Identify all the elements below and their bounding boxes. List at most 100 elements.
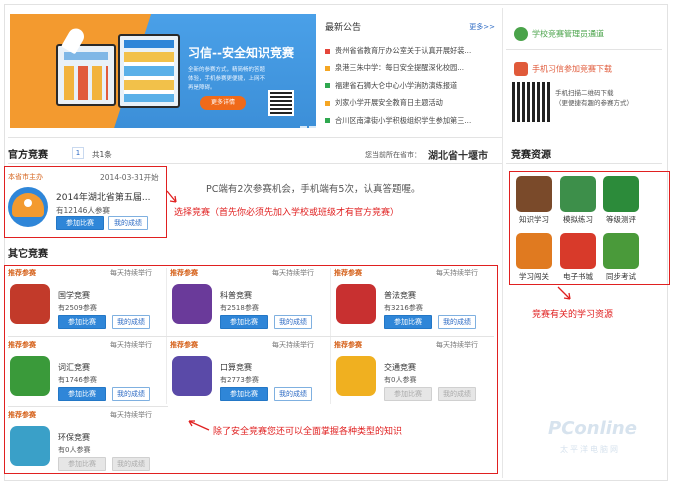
news-item[interactable]: 贵州省省教育厅办公室关于认真开展好装... xyxy=(325,42,495,59)
resource-label[interactable]: 等级测评 xyxy=(597,214,645,225)
bullet-icon xyxy=(325,65,330,71)
arrow-icon xyxy=(166,190,177,203)
news-item[interactable]: 泉港三朱中学：每日安全提醒深化校园... xyxy=(325,59,495,76)
my-score-button[interactable]: 我的成绩 xyxy=(108,216,148,230)
recommend-tag: 推荐参赛 xyxy=(334,341,362,349)
mobile-download-link[interactable]: 手机习信参加竞赛下载 xyxy=(514,62,612,76)
others-annotation: 除了安全竞赛您还可以全面掌握各种类型的知识 xyxy=(213,427,403,437)
resource-icon[interactable] xyxy=(560,176,596,212)
banner-phone xyxy=(118,34,180,108)
resource-icon[interactable] xyxy=(603,176,639,212)
schedule-text: 每天持续举行 xyxy=(110,341,152,349)
schedule-text: 每天持续举行 xyxy=(436,341,478,349)
watermark-logo: PConline xyxy=(548,418,637,439)
resource-label[interactable]: 知识学习 xyxy=(510,214,558,225)
section-divider xyxy=(8,137,502,138)
join-button[interactable]: 参加比赛 xyxy=(220,387,268,401)
sidebar-hline xyxy=(506,49,662,50)
competition-icon xyxy=(172,356,212,396)
competition-name[interactable]: 科普竞赛 xyxy=(220,290,252,301)
attempts-note: PC端有2次参赛机会，手机端有5次，认真答题喔。 xyxy=(206,184,421,195)
competition-name[interactable]: 交通竞赛 xyxy=(384,362,416,373)
download-qr-code xyxy=(512,82,552,122)
join-button[interactable]: 参加比赛 xyxy=(384,387,432,401)
competition-name[interactable]: 环保竞赛 xyxy=(58,432,90,443)
arrow-icon xyxy=(557,286,571,300)
join-button[interactable]: 参加比赛 xyxy=(58,457,106,471)
resource-icon[interactable] xyxy=(560,233,596,269)
others-title: 其它竞赛 xyxy=(8,249,48,260)
join-button[interactable]: 参加比赛 xyxy=(384,315,432,329)
bullet-icon xyxy=(325,118,330,124)
competition-count: 有2509参赛 xyxy=(58,304,97,312)
join-button[interactable]: 参加比赛 xyxy=(220,315,268,329)
resource-label[interactable]: 同步考试 xyxy=(597,271,645,282)
banner-title: 习信--安全知识竞赛 xyxy=(188,46,294,60)
competition-icon xyxy=(10,356,50,396)
resource-label[interactable]: 学习闯关 xyxy=(510,271,558,282)
resources-annotation: 竞赛有关的学习资源 xyxy=(532,310,614,320)
qr-caption: 手机扫描二维码下载 （更便捷有趣的参赛方式） xyxy=(555,89,633,107)
official-comp-name[interactable]: 2014年湖北省第五届... xyxy=(56,190,151,203)
recommend-tag: 推荐参赛 xyxy=(8,411,36,419)
page-number[interactable]: 1 xyxy=(72,147,84,159)
schedule-text: 每天持续举行 xyxy=(110,411,152,419)
my-score-button[interactable]: 我的成绩 xyxy=(438,387,476,401)
banner-qr-code xyxy=(268,90,294,116)
location-label: 您当前所在省市： xyxy=(365,151,421,159)
competition-icon xyxy=(172,284,212,324)
bullet-icon xyxy=(325,100,330,106)
resource-icon[interactable] xyxy=(516,176,552,212)
admin-channel-link[interactable]: 学校竞赛管理员通道 xyxy=(514,27,604,41)
competition-icon xyxy=(336,284,376,324)
my-score-button[interactable]: 我的成绩 xyxy=(112,387,150,401)
join-button[interactable]: 参加比赛 xyxy=(56,216,104,230)
host-tag: 本省市主办 xyxy=(8,173,43,181)
schedule-text: 每天持续举行 xyxy=(110,269,152,277)
recommend-tag: 推荐参赛 xyxy=(8,269,36,277)
resource-icon[interactable] xyxy=(603,233,639,269)
my-score-button[interactable]: 我的成绩 xyxy=(274,387,312,401)
phone-icon xyxy=(514,62,528,76)
competition-count: 有2518参赛 xyxy=(220,304,259,312)
arrow-icon xyxy=(188,420,210,431)
my-score-button[interactable]: 我的成绩 xyxy=(274,315,312,329)
join-button[interactable]: 参加比赛 xyxy=(58,315,106,329)
competition-count: 有0人参赛 xyxy=(384,376,417,384)
competition-count: 有0人参赛 xyxy=(58,446,91,454)
banner-screenshot xyxy=(56,44,116,106)
schedule-text: 每天持续举行 xyxy=(272,269,314,277)
my-score-button[interactable]: 我的成绩 xyxy=(112,457,150,471)
banner-more-button[interactable]: 更多详情 xyxy=(200,96,246,110)
recommend-tag: 推荐参赛 xyxy=(170,269,198,277)
competition-name[interactable]: 普法竞赛 xyxy=(384,290,416,301)
resources-hline xyxy=(506,163,662,164)
resource-label[interactable]: 模拟练习 xyxy=(554,214,602,225)
banner-dots[interactable] xyxy=(298,126,316,128)
official-annotation: 选择竞赛（首先你必须先加入学校或班级才有官方竞赛） xyxy=(174,208,400,218)
official-comp-count: 有12146人参赛 xyxy=(56,206,110,215)
resource-label[interactable]: 电子书城 xyxy=(554,271,602,282)
bullet-icon xyxy=(325,48,330,54)
promo-banner[interactable]: 习信--安全知识竞赛 全新的参赛方式，精简畅的答题体验，手机参赛更便捷，上网不再… xyxy=(10,14,316,128)
news-title: 最新公告 xyxy=(325,23,362,33)
recommend-tag: 推荐参赛 xyxy=(170,341,198,349)
competition-name[interactable]: 词汇竞赛 xyxy=(58,362,90,373)
competition-count: 有3216参赛 xyxy=(384,304,423,312)
join-button[interactable]: 参加比赛 xyxy=(58,387,106,401)
official-title: 官方竞赛 xyxy=(8,150,48,161)
recommend-tag: 推荐参赛 xyxy=(334,269,362,277)
news-item[interactable]: 刘家小学开展安全教育日主题活动 xyxy=(325,94,495,111)
news-item[interactable]: 合川区南津街小学积极组织学生参加第三... xyxy=(325,112,495,129)
resource-icon[interactable] xyxy=(516,233,552,269)
user-icon xyxy=(514,27,528,41)
recommend-tag: 推荐参赛 xyxy=(8,341,36,349)
news-more-link[interactable]: 更多>> xyxy=(469,22,495,32)
competition-name[interactable]: 国学竞赛 xyxy=(58,290,90,301)
news-item[interactable]: 福建省石狮大仑中心小学消防演练报道 xyxy=(325,77,495,94)
competition-name[interactable]: 口算竞赛 xyxy=(220,362,252,373)
my-score-button[interactable]: 我的成绩 xyxy=(438,315,476,329)
resources-title: 竞赛资源 xyxy=(511,150,551,161)
official-hline xyxy=(8,163,502,164)
my-score-button[interactable]: 我的成绩 xyxy=(112,315,150,329)
